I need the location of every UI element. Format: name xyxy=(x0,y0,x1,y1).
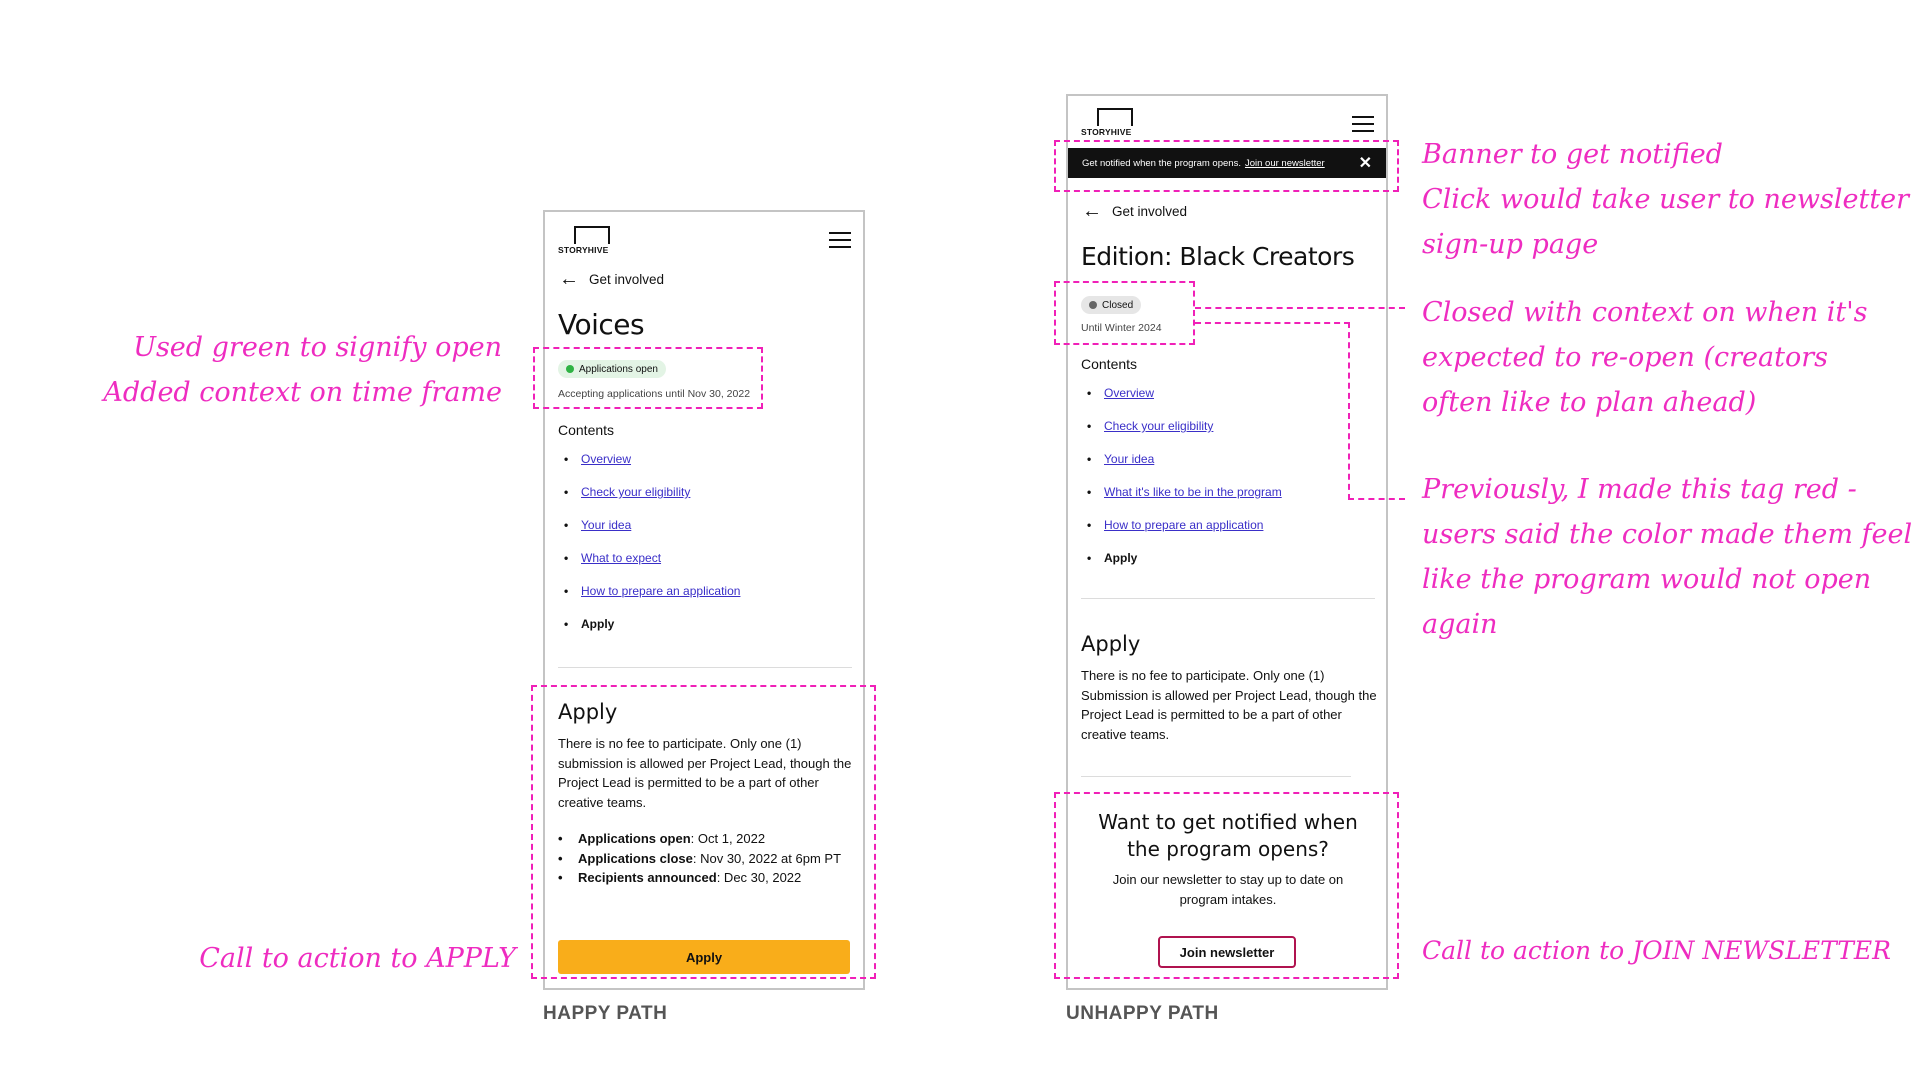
apply-description: There is no fee to participate. Only one… xyxy=(1081,668,1377,742)
note-newsletter-cta: Call to action to JOIN NEWSLETTER xyxy=(1422,928,1891,973)
connector-line xyxy=(1348,498,1405,500)
toc-link-your-idea[interactable]: Your idea xyxy=(581,518,631,532)
hamburger-menu-icon[interactable] xyxy=(1352,116,1374,134)
note-line: again xyxy=(1422,609,1498,640)
highlight-open-status xyxy=(533,347,763,409)
toc-current-label: Apply xyxy=(581,617,615,631)
toc-link-program[interactable]: What it's like to be in the program xyxy=(1104,485,1282,499)
highlight-newsletter-cta xyxy=(1054,792,1399,979)
back-link[interactable]: ← Get involved xyxy=(1082,200,1188,222)
toc-item: • Your idea xyxy=(564,518,632,532)
storyhive-logo[interactable]: STORYHIVE xyxy=(558,226,620,258)
toc-link-eligibility[interactable]: Check your eligibility xyxy=(581,485,690,499)
divider xyxy=(558,667,852,668)
divider xyxy=(1081,598,1375,599)
connector-line xyxy=(1195,322,1350,324)
note-line: Banner to get notified xyxy=(1422,139,1723,170)
toc-link-eligibility[interactable]: Check your eligibility xyxy=(1104,419,1213,433)
toc-current-label: Apply xyxy=(1104,551,1138,565)
toc-link-what-to-expect[interactable]: What to expect xyxy=(581,551,661,565)
table-of-contents: • Overview • Check your eligibility • Your … xyxy=(564,452,740,650)
toc-item-current: • Apply xyxy=(1087,551,1138,565)
highlight-banner xyxy=(1054,140,1399,192)
toc-link-overview[interactable]: Overview xyxy=(1104,386,1154,400)
note-apply-cta: Call to action to APPLY xyxy=(199,936,516,981)
apply-heading: Apply xyxy=(1081,632,1141,656)
page-title: Voices xyxy=(558,308,645,341)
note-line: expected to re-open (creators xyxy=(1422,342,1828,373)
note-line: Previously, I made this tag red - xyxy=(1422,474,1857,505)
note-line: Closed with context on when it's xyxy=(1422,297,1868,328)
toc-item: • Check your eligibility xyxy=(564,485,691,499)
toc-item: • Your idea xyxy=(1087,452,1155,466)
toc-item: • How to prepare an application xyxy=(564,584,741,598)
toc-item: • Overview xyxy=(1087,386,1155,400)
unhappy-path-label: UNHAPPY PATH xyxy=(1066,1003,1219,1024)
contents-heading: Contents xyxy=(1081,356,1138,372)
toc-item: • How to prepare an application xyxy=(1087,518,1264,532)
toc-item: • What to expect xyxy=(564,551,662,565)
note-banner: Banner to get notified Click would take … xyxy=(1422,132,1909,267)
contents-heading: Contents xyxy=(558,422,615,438)
back-link[interactable]: ← Get involved xyxy=(559,268,665,290)
highlight-happy-apply xyxy=(531,685,876,979)
note-line: Call to action to JOIN NEWSLETTER xyxy=(1422,936,1892,965)
arrow-left-icon: ← xyxy=(559,268,579,290)
toc-item: • Overview xyxy=(564,452,632,466)
note-line: Click would take user to newsletter xyxy=(1422,184,1910,215)
toc-item-current: • Apply xyxy=(564,617,615,631)
hamburger-menu-icon[interactable] xyxy=(829,232,851,250)
toc-link-prepare[interactable]: How to prepare an application xyxy=(1104,518,1263,532)
note-closed-status: Closed with context on when it's expecte… xyxy=(1422,290,1868,425)
note-open-status: Used green to signify open Added context… xyxy=(103,325,502,415)
toc-item: • What it's like to be in the program xyxy=(1087,485,1282,499)
toc-item: • Check your eligibility xyxy=(1087,419,1214,433)
happy-path-label: HAPPY PATH xyxy=(543,1003,668,1024)
back-link-label: Get involved xyxy=(1112,204,1188,219)
note-red-tag: Previously, I made this tag red - users … xyxy=(1422,467,1912,647)
note-line: Call to action to APPLY xyxy=(199,943,516,974)
divider xyxy=(1081,776,1351,777)
toc-link-overview[interactable]: Overview xyxy=(581,452,631,466)
note-line: sign-up page xyxy=(1422,229,1599,260)
storyhive-logo[interactable]: STORYHIVE xyxy=(1081,108,1143,140)
page-title: Edition: Black Creators xyxy=(1081,242,1355,271)
arrow-left-icon: ← xyxy=(1082,200,1102,222)
highlight-closed-status xyxy=(1054,281,1195,345)
table-of-contents: • Overview • Check your eligibility • Your … xyxy=(1087,386,1282,584)
note-line: often like to plan ahead) xyxy=(1422,387,1757,418)
toc-link-prepare[interactable]: How to prepare an application xyxy=(581,584,740,598)
note-line: Used green to signify open xyxy=(133,332,502,363)
connector-line xyxy=(1195,307,1405,309)
note-line: users said the color made them feel xyxy=(1422,519,1913,550)
back-link-label: Get involved xyxy=(589,272,665,287)
note-line: Added context on time frame xyxy=(103,377,502,408)
toc-link-your-idea[interactable]: Your idea xyxy=(1104,452,1154,466)
note-line: like the program would not open xyxy=(1422,564,1872,595)
connector-line xyxy=(1348,322,1350,500)
